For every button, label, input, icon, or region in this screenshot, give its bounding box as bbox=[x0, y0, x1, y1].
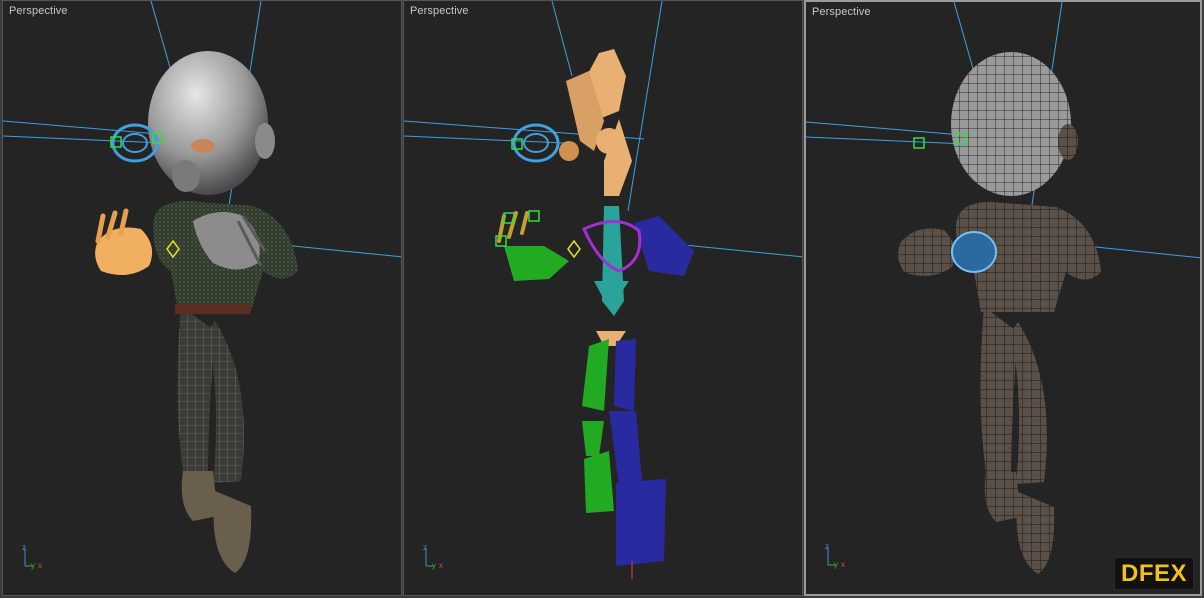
rig-line bbox=[627, 1, 663, 212]
right-shoe bbox=[1016, 492, 1055, 574]
rig-line bbox=[282, 244, 401, 258]
viewport-perspective-left[interactable]: Perspective z y x bbox=[2, 0, 402, 596]
control-diamond bbox=[567, 239, 581, 259]
viewport-perspective-middle[interactable]: Perspective z y x bbox=[403, 0, 803, 596]
nose bbox=[172, 160, 200, 192]
leg-bone-green bbox=[582, 339, 609, 411]
rig-line bbox=[404, 135, 565, 144]
right-leg bbox=[208, 321, 244, 483]
axis-y-label: y bbox=[834, 560, 838, 569]
arm-bone-green bbox=[504, 246, 569, 281]
axis-z-label: z bbox=[423, 544, 427, 552]
rig-line bbox=[150, 1, 172, 72]
right-leg bbox=[1011, 322, 1047, 484]
character-rig-view bbox=[404, 1, 802, 579]
axis-tripod: z y x bbox=[21, 543, 51, 575]
axis-y-label: y bbox=[432, 561, 436, 570]
ear bbox=[255, 123, 275, 159]
character-wireframe-view bbox=[806, 2, 1200, 574]
viewport-label[interactable]: Perspective bbox=[9, 5, 68, 17]
rig-line bbox=[683, 244, 802, 258]
selected-control-sphere bbox=[951, 231, 997, 273]
arm-bone-blue bbox=[634, 216, 694, 276]
axis-z-label: z bbox=[22, 544, 26, 552]
left-shoe bbox=[984, 472, 1021, 522]
rig-line bbox=[3, 135, 164, 144]
character-shaded-view bbox=[3, 1, 401, 573]
eye-bone bbox=[596, 128, 622, 154]
axis-x-label: x bbox=[38, 561, 42, 570]
head bbox=[951, 52, 1071, 196]
axis-x-label: x bbox=[841, 560, 845, 569]
rig-line bbox=[551, 1, 573, 77]
hand-skin bbox=[95, 227, 153, 275]
head bbox=[148, 51, 268, 195]
eye bbox=[191, 139, 215, 153]
axis-y-label: y bbox=[31, 561, 35, 570]
axis-x-label: x bbox=[439, 561, 443, 570]
hand-left bbox=[898, 228, 956, 276]
right-shoe bbox=[213, 491, 252, 573]
axis-tripod: z y x bbox=[824, 542, 854, 574]
viewport-label[interactable]: Perspective bbox=[812, 6, 871, 18]
control-box bbox=[913, 137, 925, 149]
axis-z-label: z bbox=[825, 543, 829, 551]
belt bbox=[175, 304, 250, 314]
axis-tripod: z y x bbox=[422, 543, 452, 575]
viewport-label[interactable]: Perspective bbox=[410, 5, 469, 17]
ear bbox=[1058, 124, 1078, 160]
left-shoe bbox=[181, 471, 218, 521]
dfex-watermark: DFEX bbox=[1113, 557, 1194, 590]
rig-line bbox=[1085, 245, 1200, 259]
viewport-layout: Perspective z y x Perspective z y x Pers… bbox=[0, 0, 1204, 598]
leg-bone-blue bbox=[614, 339, 636, 411]
rig-line bbox=[806, 136, 967, 145]
eye-bone bbox=[559, 141, 579, 161]
viewport-perspective-right[interactable]: Perspective z y x DFEX bbox=[804, 0, 1202, 596]
rig-line bbox=[953, 2, 975, 73]
